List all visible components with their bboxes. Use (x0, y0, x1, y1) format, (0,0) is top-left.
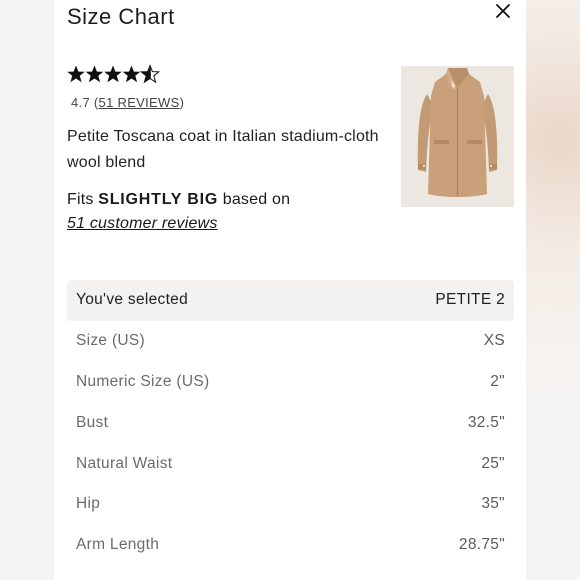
size-table: You've selected PETITE 2 Size (US) XS Nu… (67, 280, 514, 566)
product-name: Petite Toscana coat in Italian stadium-c… (67, 128, 379, 171)
star-icon (122, 65, 141, 83)
star-icon (104, 65, 122, 83)
table-row: Bust 32.5" (67, 402, 514, 443)
star-icon (85, 65, 104, 83)
row-value: 25" (481, 454, 505, 472)
row-label: Bust (76, 413, 109, 431)
star-icon (67, 65, 85, 83)
close-button[interactable] (492, 0, 516, 24)
table-row: Arm Length 28.75" (67, 525, 514, 566)
rating-summary: 4.7 (51 REVIEWS) (71, 95, 184, 110)
customer-reviews-link[interactable]: 51 customer reviews (67, 212, 218, 236)
product-image (401, 66, 514, 207)
modal-title: Size Chart (67, 4, 175, 29)
coat-illustration (401, 66, 514, 207)
row-value: 32.5" (467, 413, 505, 431)
size-chart-modal: Size Chart 4.7 (51 REVIEWS) Petite Tosca… (54, 0, 526, 580)
row-value: 2" (490, 372, 505, 390)
rating-value: 4.7 (71, 95, 90, 110)
row-value: PETITE 2 (435, 291, 505, 309)
table-row: Hip 35" (67, 484, 514, 525)
row-label: Numeric Size (US) (76, 372, 210, 390)
rating-paren-close: ) (179, 95, 185, 110)
fit-summary: Fits SLIGHTLY BIG based on 51 customer r… (67, 188, 290, 236)
row-value: 35" (481, 495, 505, 513)
selected-size-row: You've selected PETITE 2 (67, 280, 514, 321)
fit-suffix: based on (222, 191, 291, 208)
close-icon (496, 4, 510, 18)
reviews-link[interactable]: 51 REVIEWS (99, 95, 180, 110)
row-label: Natural Waist (76, 454, 173, 472)
row-label: You've selected (76, 291, 189, 309)
table-row: Size (US) XS (67, 321, 514, 362)
fit-value: SLIGHTLY BIG (98, 191, 219, 208)
row-label: Size (US) (76, 332, 146, 350)
fit-prefix: Fits (67, 191, 94, 208)
table-row: Numeric Size (US) 2" (67, 362, 514, 403)
row-value: XS (483, 332, 505, 350)
table-row: Natural Waist 25" (67, 443, 514, 484)
row-label: Arm Length (76, 536, 160, 554)
row-label: Hip (76, 495, 101, 513)
row-value: 28.75" (458, 536, 505, 554)
star-rating (67, 64, 161, 84)
